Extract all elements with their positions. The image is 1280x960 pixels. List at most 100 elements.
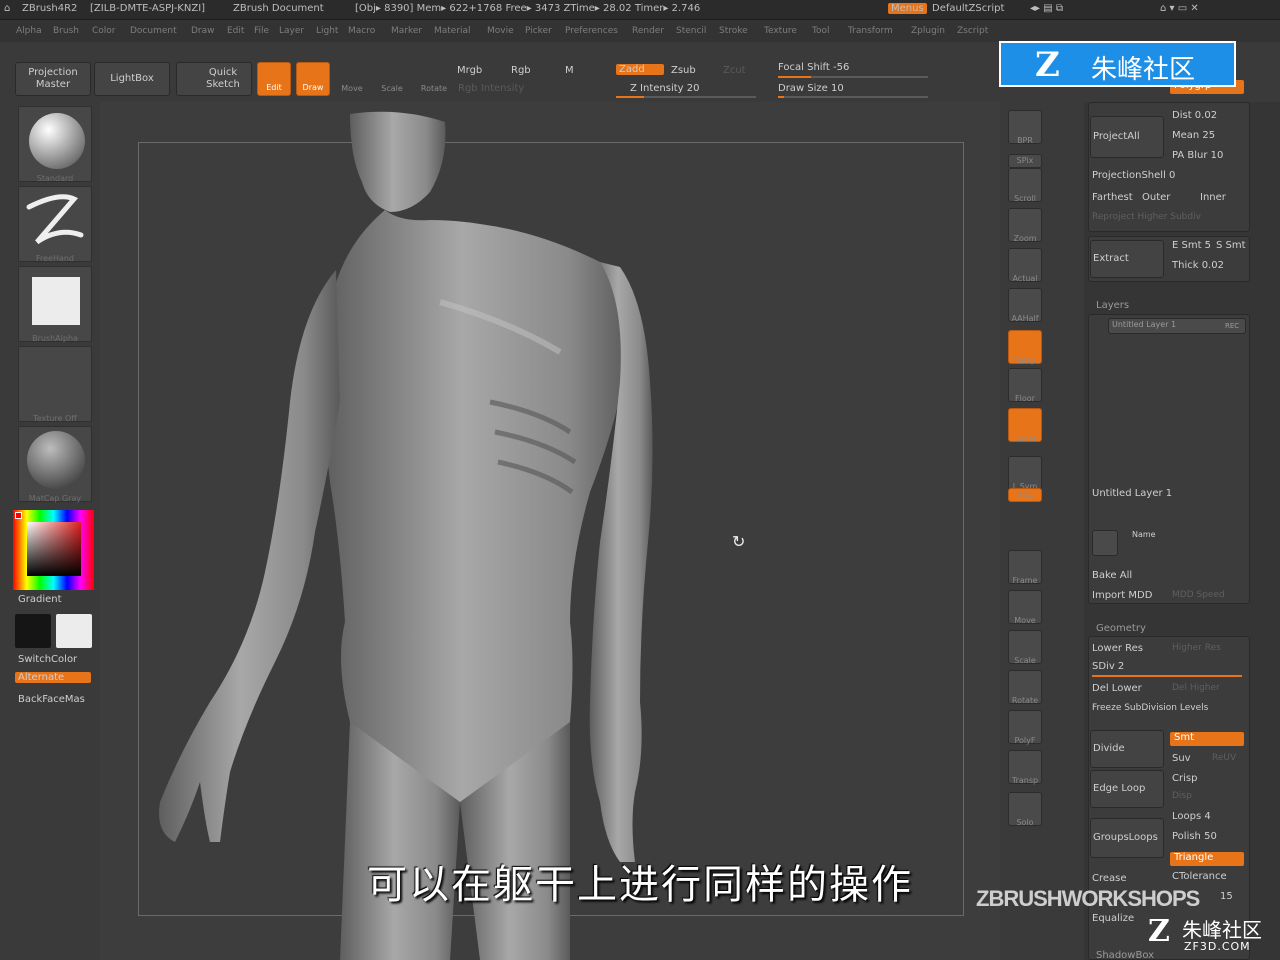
edit-button[interactable]: Edit [257, 62, 291, 96]
s-smt-slider[interactable]: S Smt [1216, 240, 1246, 251]
farthest-toggle[interactable]: Farthest [1092, 192, 1133, 203]
layer-name-button[interactable]: Name [1132, 530, 1156, 539]
del-lower-button[interactable]: Del Lower [1092, 683, 1142, 694]
menu-alpha[interactable]: Alpha [16, 26, 42, 36]
shadowbox-header[interactable]: ShadowBox [1096, 950, 1154, 960]
menu-picker[interactable]: Picker [525, 26, 552, 36]
color-picker[interactable] [13, 510, 94, 590]
higher-res-button[interactable]: Higher Res [1172, 643, 1221, 653]
e-smt-slider[interactable]: E Smt 5 [1172, 240, 1211, 251]
layer-slot[interactable]: Untitled Layer 1 REC [1108, 318, 1246, 334]
gradient-toggle[interactable]: Gradient [18, 594, 62, 605]
freeze-subdiv-button[interactable]: Freeze SubDivision Levels [1092, 703, 1208, 713]
z-intensity-slider[interactable]: Z Intensity 20 [630, 83, 699, 94]
menu-render[interactable]: Render [632, 26, 664, 36]
menus-button[interactable]: Menus [888, 3, 927, 14]
projection-master-button[interactable]: Projection Master [15, 62, 91, 96]
inner-toggle[interactable]: Inner [1200, 192, 1226, 203]
pa-blur-slider[interactable]: PA Blur 10 [1172, 150, 1223, 161]
mean-slider[interactable]: Mean 25 [1172, 130, 1215, 141]
menu-material[interactable]: Material [434, 26, 471, 36]
menu-file[interactable]: File [254, 26, 269, 36]
menu-color[interactable]: Color [92, 26, 116, 36]
rotate-mode-button[interactable]: Rotate [418, 66, 450, 96]
menu-tool[interactable]: Tool [812, 26, 829, 36]
menu-texture[interactable]: Texture [764, 26, 797, 36]
menu-zscript[interactable]: Zscript [957, 26, 988, 36]
focal-shift-slider[interactable]: Focal Shift -56 [778, 62, 849, 73]
reproject-button[interactable]: Reproject Higher Subdiv [1092, 212, 1201, 222]
import-mdd-button[interactable]: Import MDD [1092, 590, 1152, 601]
menu-zplugin[interactable]: Zplugin [911, 26, 945, 36]
color-saturation-square[interactable] [27, 522, 81, 576]
draw-size-slider[interactable]: Draw Size 10 [778, 83, 844, 94]
zcut-button[interactable]: Zcut [723, 65, 746, 76]
del-higher-button[interactable]: Del Higher [1172, 683, 1220, 693]
draw-size-track[interactable] [778, 96, 928, 98]
geometry-header[interactable]: Geometry [1096, 623, 1146, 634]
lightbox-button[interactable]: LightBox [94, 62, 170, 96]
sdiv-slider[interactable]: SDiv 2 [1092, 661, 1124, 672]
dist-slider[interactable]: Dist 0.02 [1172, 110, 1217, 121]
rgb-intensity-slider[interactable]: Rgb Intensity [458, 83, 524, 94]
menu-document[interactable]: Document [130, 26, 177, 36]
menu-brush[interactable]: Brush [53, 26, 79, 36]
smt-toggle[interactable]: Smt [1170, 732, 1244, 746]
canvas-viewport[interactable]: ↻ [100, 102, 1000, 960]
secondary-color-swatch[interactable] [56, 614, 92, 648]
outer-toggle[interactable]: Outer [1142, 192, 1170, 203]
thick-slider[interactable]: Thick 0.02 [1172, 260, 1224, 271]
primary-color-swatch[interactable] [15, 614, 51, 648]
move-mode-button[interactable]: Move [338, 66, 366, 96]
mrgb-button[interactable]: Mrgb [457, 65, 482, 76]
menu-preferences[interactable]: Preferences [565, 26, 618, 36]
menu-marker[interactable]: Marker [391, 26, 422, 36]
polish-slider[interactable]: Polish 50 [1172, 831, 1217, 842]
window-controls-left-icon[interactable]: ◂▸ ▤ ⧉ [1030, 3, 1063, 14]
menu-draw[interactable]: Draw [191, 26, 215, 36]
suv-toggle[interactable]: Suv [1172, 753, 1191, 764]
layers-header[interactable]: Layers [1096, 300, 1129, 311]
alpha-thumbnail[interactable] [18, 266, 92, 342]
menu-layer[interactable]: Layer [279, 26, 304, 36]
alternate-toggle[interactable]: Alternate [15, 672, 91, 683]
default-zscript[interactable]: DefaultZScript [932, 3, 1004, 14]
brand-name-bottom: 朱峰社区 [1182, 918, 1262, 942]
zadd-button[interactable]: Zadd [616, 64, 664, 75]
brush-thumbnail[interactable] [18, 106, 92, 182]
disp-toggle[interactable]: Disp [1172, 791, 1192, 801]
edge-loop-button[interactable]: Edge Loop [1090, 770, 1164, 808]
bake-all-button[interactable]: Bake All [1092, 570, 1132, 581]
window-controls-icon[interactable]: ⌂ ▾ ▭ ✕ [1160, 3, 1199, 14]
menu-macro[interactable]: Macro [348, 26, 375, 36]
untitled-layer-slider[interactable]: Untitled Layer 1 [1092, 488, 1172, 499]
equalize-button[interactable]: Equalize [1092, 913, 1134, 924]
lower-res-button[interactable]: Lower Res [1092, 643, 1143, 654]
menu-transform[interactable]: Transform [848, 26, 893, 36]
material-thumbnail[interactable] [18, 426, 92, 502]
crisp-toggle[interactable]: Crisp [1172, 773, 1197, 784]
projectionshell-slider[interactable]: ProjectionShell 0 [1092, 170, 1175, 181]
switchcolor-button[interactable]: SwitchColor [18, 654, 77, 665]
divide-button[interactable]: Divide [1090, 730, 1164, 768]
new-layer-icon[interactable] [1092, 530, 1118, 556]
mdd-speed-slider[interactable]: MDD Speed [1172, 590, 1225, 600]
menu-movie[interactable]: Movie [487, 26, 514, 36]
draw-button[interactable]: Draw [296, 62, 330, 96]
menu-edit[interactable]: Edit [227, 26, 244, 36]
menu-light[interactable]: Light [316, 26, 338, 36]
quick-sketch-button[interactable]: Quick Sketch [176, 62, 252, 96]
loops-slider[interactable]: Loops 4 [1172, 811, 1211, 822]
extract-button[interactable]: Extract [1090, 240, 1164, 278]
scale-mode-button[interactable]: Scale [378, 66, 406, 96]
backfacemask-toggle[interactable]: BackFaceMas [18, 694, 85, 705]
projectall-button[interactable]: ProjectAll [1090, 116, 1164, 158]
texture-thumbnail[interactable] [18, 346, 92, 422]
zsub-button[interactable]: Zsub [671, 65, 696, 76]
stroke-thumbnail[interactable] [18, 186, 92, 262]
m-button[interactable]: M [565, 65, 574, 76]
rgb-button[interactable]: Rgb [511, 65, 531, 76]
menu-stroke[interactable]: Stroke [719, 26, 748, 36]
menu-stencil[interactable]: Stencil [676, 26, 706, 36]
reuv-toggle[interactable]: ReUV [1212, 753, 1236, 763]
